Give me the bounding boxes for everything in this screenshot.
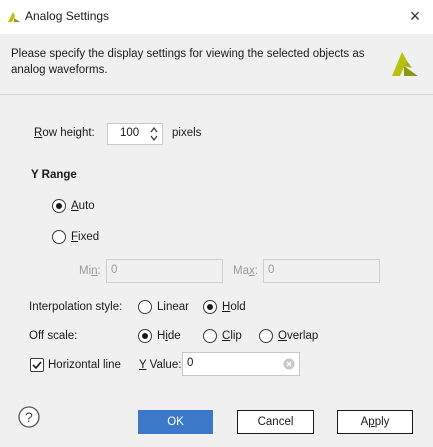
- hide-label[interactable]: Hide: [157, 330, 181, 342]
- help-glyph[interactable]: ?: [25, 409, 33, 425]
- row-height-unit: pixels: [172, 127, 202, 139]
- spinner-arrows-icon[interactable]: [149, 125, 159, 143]
- close-button[interactable]: ×: [403, 5, 427, 29]
- hold-label[interactable]: Hold: [222, 301, 246, 313]
- apply-button[interactable]: Apply: [337, 410, 413, 434]
- hide-radio[interactable]: [138, 329, 152, 343]
- checkmark-icon: [32, 361, 42, 370]
- row-height-spinner[interactable]: 100: [107, 123, 163, 145]
- description-text: Please specify the display settings for …: [11, 48, 365, 76]
- y-value-label: Y Value:: [139, 359, 182, 371]
- off-scale-label: Off scale:: [29, 330, 78, 342]
- vivado-logo-icon: [8, 12, 20, 22]
- vivado-logo-icon: [392, 52, 418, 76]
- auto-label[interactable]: Auto: [71, 200, 95, 212]
- overlap-label[interactable]: Overlap: [278, 330, 318, 342]
- y-range-heading: Y Range: [31, 169, 77, 181]
- horizontal-line-checkbox[interactable]: [30, 358, 44, 372]
- hold-radio[interactable]: [203, 300, 217, 314]
- min-label: Min:: [79, 265, 101, 277]
- row-height-value[interactable]: 100: [120, 127, 139, 139]
- auto-radio[interactable]: [52, 199, 66, 213]
- title-bar: Analog Settings ×: [0, 0, 433, 34]
- overlap-radio[interactable]: [259, 329, 273, 343]
- max-label: Max:: [233, 265, 258, 277]
- clear-icon[interactable]: [283, 358, 295, 370]
- y-value-input[interactable]: 0: [182, 352, 300, 376]
- max-input[interactable]: 0: [263, 259, 380, 283]
- clip-label[interactable]: Clip: [222, 330, 242, 342]
- window-title: Analog Settings: [25, 9, 110, 23]
- separator: [0, 94, 433, 95]
- description-panel: Please specify the display settings for …: [0, 34, 433, 94]
- dialog-body: Please specify the display settings for …: [0, 34, 433, 447]
- ok-button[interactable]: OK: [138, 410, 213, 434]
- interpolation-label: Interpolation style:: [29, 301, 123, 313]
- clip-radio[interactable]: [203, 329, 217, 343]
- min-input[interactable]: 0: [106, 259, 223, 283]
- fixed-label[interactable]: Fixed: [71, 231, 99, 243]
- horizontal-line-label[interactable]: Horizontal line: [48, 359, 121, 371]
- linear-label[interactable]: Linear: [157, 301, 189, 313]
- linear-radio[interactable]: [138, 300, 152, 314]
- row-height-label: Row height:: [34, 127, 95, 139]
- cancel-button[interactable]: Cancel: [237, 410, 314, 434]
- fixed-radio[interactable]: [52, 230, 66, 244]
